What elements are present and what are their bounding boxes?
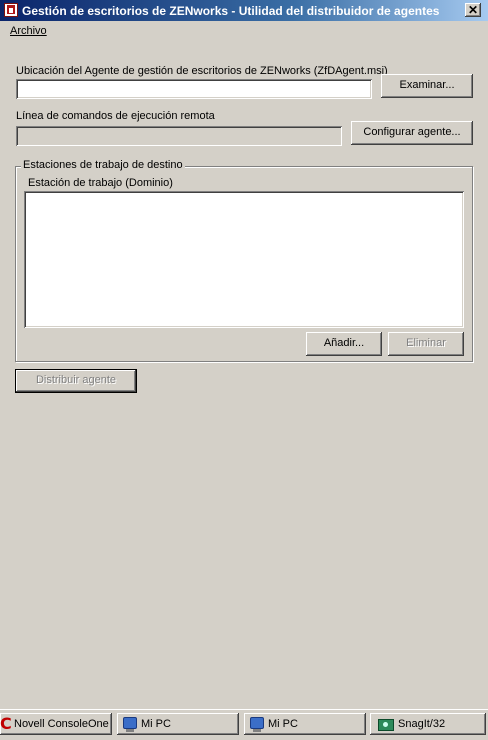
snagit-icon [378,719,394,731]
location-label: Ubicación del Agente de gestión de escri… [16,65,388,77]
add-button[interactable]: Añadir... [306,332,382,356]
group-legend: Estaciones de trabajo de destino [21,159,185,171]
location-input[interactable] [16,79,372,99]
workstation-list[interactable] [24,191,464,328]
taskbar-item-mi-pc-1[interactable]: Mi PC [117,713,239,735]
window-title: Gestión de escritorios de ZENworks - Uti… [22,4,440,18]
my-computer-icon [250,717,264,732]
taskbar: C Novell ConsoleOne Mi PC Mi PC SnagIt/3… [0,709,488,740]
consoleone-icon: C [0,714,12,733]
browse-button[interactable]: Examinar... [381,74,473,98]
menu-archivo[interactable]: Archivo [10,25,47,37]
remote-command-label: Línea de comandos de ejecución remota [16,110,215,122]
taskbar-label: Novell ConsoleOne [14,718,109,730]
title-bar[interactable]: Gestión de escritorios de ZENworks - Uti… [0,0,488,21]
distribute-agent-button[interactable]: Distribuir agente [15,369,137,393]
remove-button[interactable]: Eliminar [388,332,464,356]
taskbar-item-snagit[interactable]: SnagIt/32 [370,713,486,735]
taskbar-item-consoleone[interactable]: C Novell ConsoleOne [0,713,112,735]
my-computer-icon [123,717,137,732]
column-header: Estación de trabajo (Dominio) [28,177,173,189]
zenworks-app-icon[interactable] [4,3,18,17]
taskbar-label: SnagIt/32 [398,718,446,730]
remote-command-input [16,126,342,146]
close-button[interactable]: ✕ [465,3,481,17]
taskbar-item-mi-pc-2[interactable]: Mi PC [244,713,366,735]
taskbar-label: Mi PC [268,718,298,730]
configure-agent-button[interactable]: Configurar agente... [351,121,473,145]
taskbar-label: Mi PC [141,718,171,730]
